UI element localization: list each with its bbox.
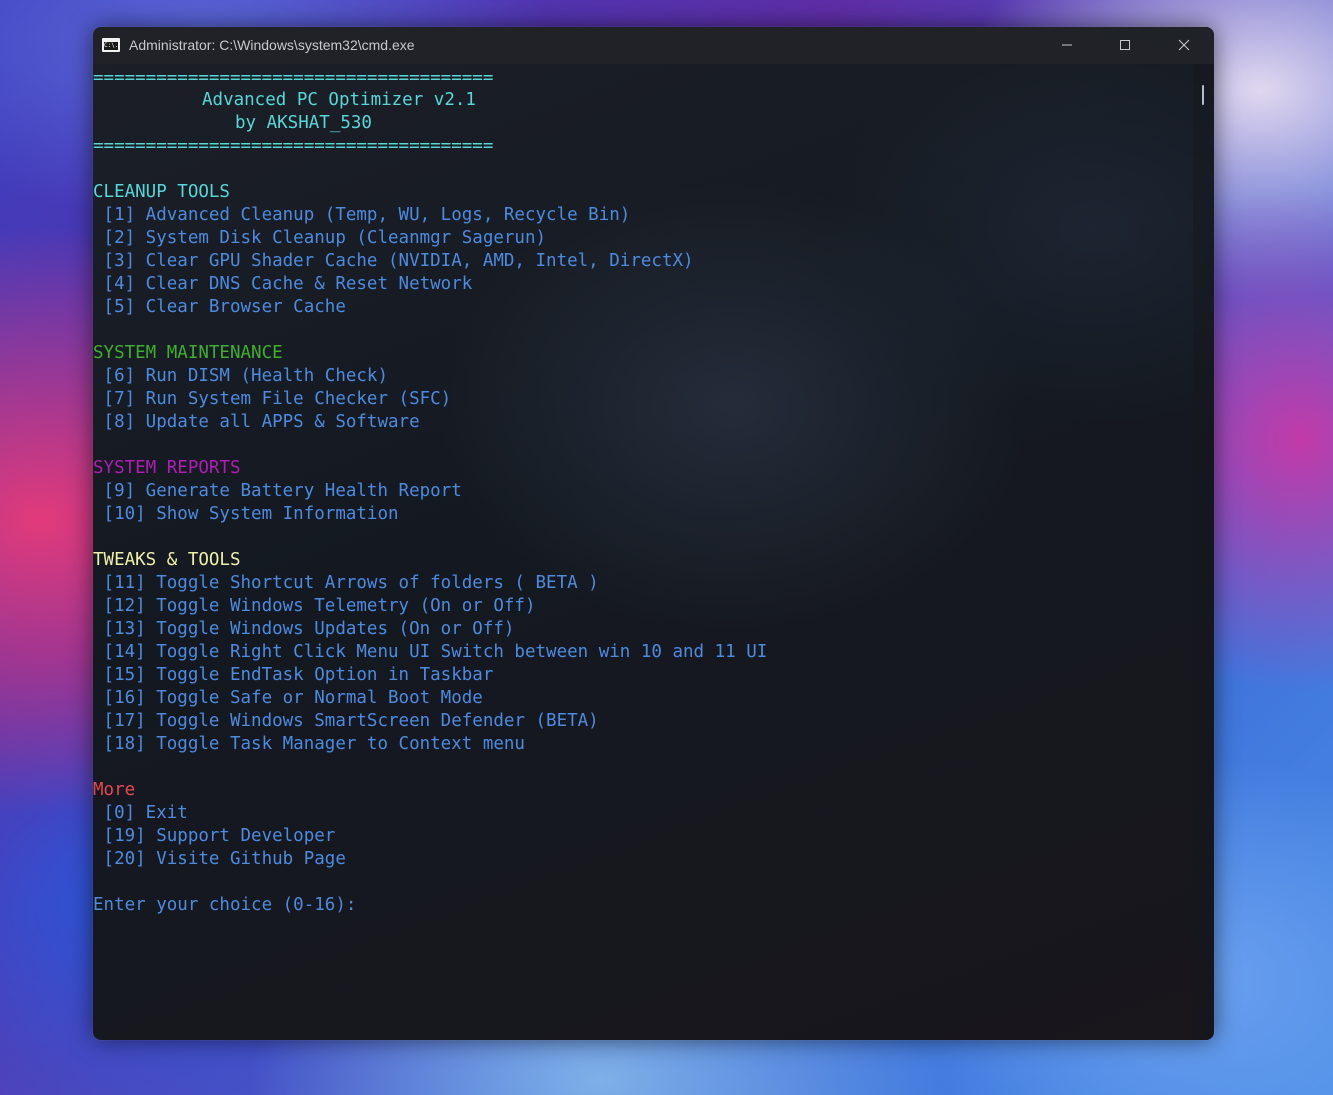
menu-option-6: [6] Run DISM (Health Check)	[93, 366, 389, 386]
close-button[interactable]	[1155, 27, 1213, 64]
console-output[interactable]: ====================================== A…	[93, 64, 1193, 1040]
menu-option-9: [9] Generate Battery Health Report	[93, 481, 462, 501]
maximize-button[interactable]	[1096, 27, 1154, 64]
minimize-button[interactable]	[1038, 27, 1096, 64]
section-header-maintenance: SYSTEM MAINTENANCE	[93, 343, 283, 363]
menu-option-15: [15] Toggle EndTask Option in Taskbar	[93, 665, 494, 685]
author-line: by AKSHAT_530	[235, 113, 372, 133]
menu-option-7: [7] Run System File Checker (SFC)	[93, 389, 452, 409]
menu-option-16: [16] Toggle Safe or Normal Boot Mode	[93, 688, 483, 708]
cmd-app-icon: C:\.	[102, 38, 120, 52]
section-header-reports: SYSTEM REPORTS	[93, 458, 241, 478]
cmd-window: C:\. Administrator: C:\Windows\system32\…	[93, 27, 1214, 1040]
menu-option-20: [20] Visite Github Page	[93, 849, 346, 869]
menu-option-18: [18] Toggle Task Manager to Context menu	[93, 734, 525, 754]
menu-option-14: [14] Toggle Right Click Menu UI Switch b…	[93, 642, 768, 662]
menu-option-8: [8] Update all APPS & Software	[93, 412, 420, 432]
scrollbar-thumb[interactable]	[1202, 85, 1204, 105]
menu-option-5: [5] Clear Browser Cache	[93, 297, 346, 317]
app-title: Advanced PC Optimizer v2.1	[202, 90, 476, 110]
menu-option-10: [10] Show System Information	[93, 504, 399, 524]
menu-option-13: [13] Toggle Windows Updates (On or Off)	[93, 619, 515, 639]
section-header-more: More	[93, 780, 136, 800]
menu-option-1: [1] Advanced Cleanup (Temp, WU, Logs, Re…	[93, 205, 631, 225]
cmd-icon-label: C:\.	[104, 42, 118, 50]
section-header-tweaks: TWEAKS & TOOLS	[93, 550, 241, 570]
minimize-icon	[1062, 44, 1072, 46]
maximize-icon	[1120, 40, 1130, 50]
menu-option-4: [4] Clear DNS Cache & Reset Network	[93, 274, 473, 294]
section-header-cleanup: CLEANUP TOOLS	[93, 182, 230, 202]
menu-option-12: [12] Toggle Windows Telemetry (On or Off…	[93, 596, 536, 616]
input-prompt[interactable]: Enter your choice (0-16):	[93, 894, 356, 917]
menu-option-17: [17] Toggle Windows SmartScreen Defender…	[93, 711, 599, 731]
scrollbar-track[interactable]	[1193, 64, 1214, 1040]
title-bar[interactable]: C:\. Administrator: C:\Windows\system32\…	[93, 27, 1214, 64]
menu-option-2: [2] System Disk Cleanup (Cleanmgr Sageru…	[93, 228, 547, 248]
menu-option-11: [11] Toggle Shortcut Arrows of folders (…	[93, 573, 599, 593]
close-icon	[1178, 39, 1190, 51]
menu-option-0: [0] Exit	[93, 803, 188, 823]
menu-option-19: [19] Support Developer	[93, 826, 336, 846]
menu-option-3: [3] Clear GPU Shader Cache (NVIDIA, AMD,…	[93, 251, 694, 271]
separator-bottom: ======================================	[93, 136, 494, 156]
separator-top: ======================================	[93, 68, 494, 88]
window-title: Administrator: C:\Windows\system32\cmd.e…	[129, 37, 415, 53]
